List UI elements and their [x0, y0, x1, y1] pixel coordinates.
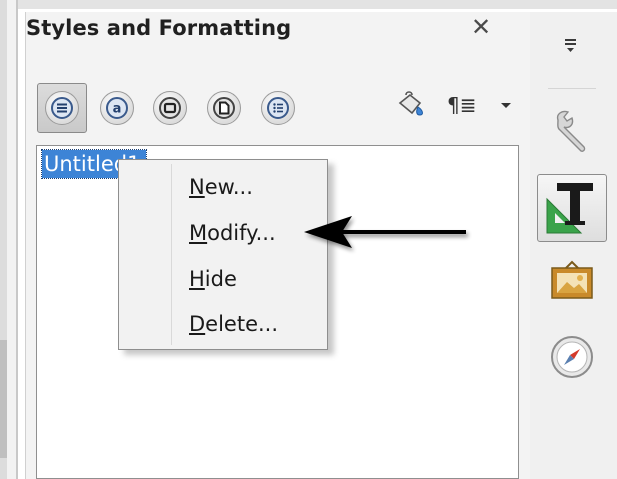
list-styles-button[interactable] [261, 91, 295, 125]
paragraph-styles-button[interactable] [45, 91, 79, 125]
gallery-icon [551, 260, 593, 299]
properties-tab-button[interactable] [546, 104, 600, 158]
menu-item-hide[interactable]: Hide [189, 267, 237, 291]
sidebar-menu-button[interactable] [558, 30, 584, 58]
menu-item-delete[interactable]: Delete... [189, 312, 278, 336]
left-window-edge [0, 0, 18, 479]
navigator-tab-button[interactable] [549, 334, 595, 380]
sidebar-separator [548, 88, 596, 89]
styles-and-formatting-icon [546, 183, 593, 234]
navigator-compass-icon [551, 336, 593, 378]
character-styles-icon: a [106, 97, 128, 119]
list-styles-icon [267, 97, 289, 119]
page-styles-icon [213, 97, 235, 119]
properties-wrench-icon [556, 110, 586, 152]
menu-item-modify-label: odify... [207, 221, 276, 245]
svg-text:a: a [113, 102, 122, 117]
scrollbar-thumb[interactable] [0, 340, 7, 458]
menu-item-modify-mnemonic: M [189, 221, 208, 245]
menu-item-new-label: ew... [204, 175, 253, 199]
gallery-tab-button[interactable] [549, 258, 595, 304]
new-style-dropdown-button[interactable] [496, 97, 516, 113]
fill-format-mode-icon [398, 91, 423, 116]
menu-item-delete-label: elete... [205, 312, 279, 336]
fill-format-mode-button[interactable] [393, 88, 429, 124]
context-menu: New... Modify... Hide Delete... [118, 159, 328, 350]
close-panel-button[interactable]: ✕ [470, 14, 492, 40]
menu-gutter [171, 164, 172, 345]
character-styles-button[interactable]: a [100, 91, 134, 125]
menu-item-hide-label: ide [204, 267, 237, 291]
menu-item-new[interactable]: New... [189, 175, 253, 199]
paragraph-styles-icon [51, 97, 73, 119]
sidebar-tabbar [530, 12, 617, 479]
new-style-button[interactable]: ¶≣ [447, 93, 476, 117]
frame-styles-icon [159, 97, 181, 119]
dropdown-arrow-icon [501, 103, 511, 108]
frame-styles-button[interactable] [153, 91, 187, 125]
new-style-label: ¶≣ [447, 93, 477, 117]
edge-divider [16, 0, 18, 479]
annotation-arrow-icon [300, 212, 472, 260]
menu-item-new-mnemonic: N [189, 175, 205, 199]
menu-item-delete-mnemonic: D [189, 312, 206, 336]
top-border [18, 0, 617, 9]
sidebar-menu-icon [565, 39, 576, 52]
styles-tab-icon-wrap [542, 178, 602, 238]
panel-title: Styles and Formatting [26, 16, 292, 40]
page-styles-button[interactable] [207, 91, 241, 125]
menu-item-hide-mnemonic: H [189, 267, 205, 291]
menu-item-modify[interactable]: Modify... [189, 221, 276, 245]
